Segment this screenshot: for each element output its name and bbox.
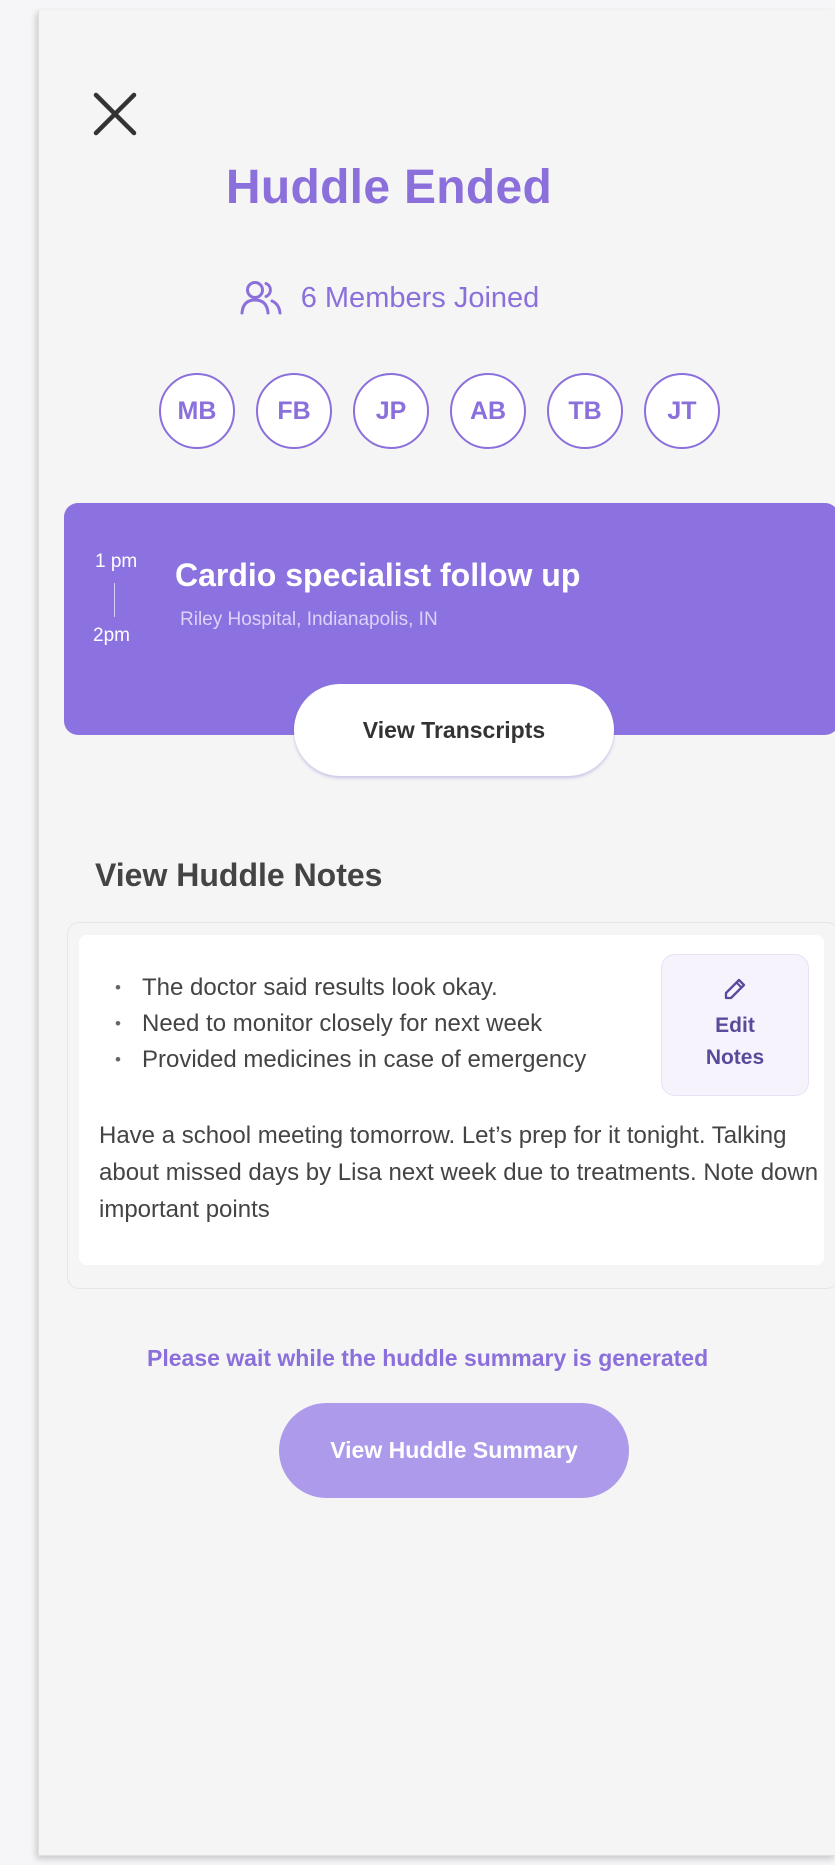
summary-wait-message: Please wait while the huddle summary is … [147, 1345, 709, 1371]
pencil-icon [724, 978, 746, 1000]
list-item: Need to monitor closely for next week [115, 1006, 586, 1042]
event-end-time: 2pm [93, 625, 130, 646]
event-start-time: 1 pm [95, 551, 138, 572]
avatar[interactable]: JP [353, 373, 429, 449]
edit-label-line2: Notes [705, 1046, 765, 1069]
edit-label-line1: Edit [715, 1014, 755, 1037]
edit-notes-button[interactable]: Edit Notes [661, 954, 809, 1096]
avatar[interactable]: AB [450, 373, 526, 449]
notes-heading: View Huddle Notes [95, 857, 383, 893]
huddle-ended-panel: Huddle Ended 6 Members Joined MB FB JP A… [38, 10, 835, 1856]
avatar[interactable]: MB [159, 373, 235, 449]
notes-bullet-list: The doctor said results look okay. Need … [115, 970, 586, 1078]
list-item: Provided medicines in case of emergency [115, 1042, 586, 1078]
avatar[interactable]: JT [644, 373, 720, 449]
avatar[interactable]: TB [547, 373, 623, 449]
view-transcripts-button[interactable]: View Transcripts [294, 684, 614, 776]
event-title: Cardio specialist follow up [175, 557, 581, 593]
time-divider [114, 583, 115, 617]
view-huddle-summary-button[interactable]: View Huddle Summary [279, 1403, 629, 1498]
list-item: The doctor said results look okay. [115, 970, 586, 1006]
notes-paragraph: Have a school meeting tomorrow. Let’s pr… [99, 1122, 819, 1223]
members-count-label: 6 Members Joined [300, 281, 540, 314]
avatar[interactable]: FB [256, 373, 332, 449]
event-location: Riley Hospital, Indianapolis, IN [180, 609, 438, 630]
users-icon [240, 281, 282, 315]
close-icon[interactable] [89, 88, 141, 140]
page-title: Huddle Ended [225, 161, 553, 214]
members-joined: 6 Members Joined [39, 280, 739, 316]
close-button[interactable] [89, 88, 141, 140]
member-avatars: MB FB JP AB TB JT [159, 373, 720, 449]
